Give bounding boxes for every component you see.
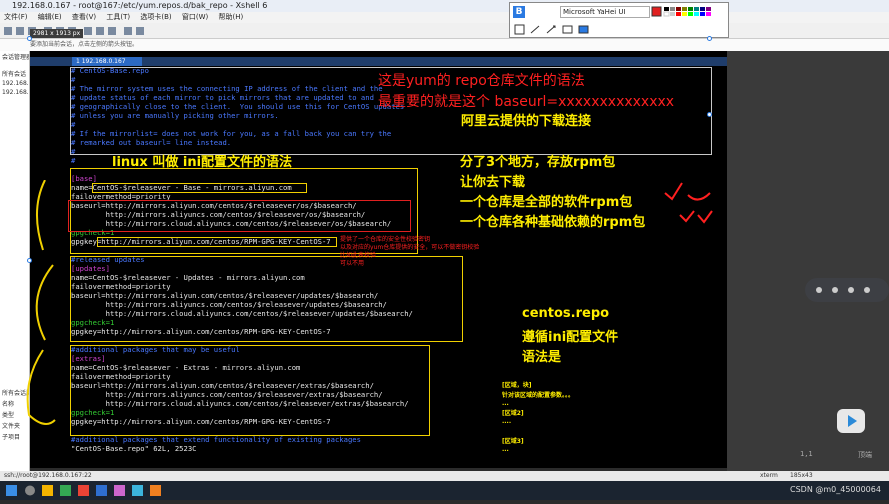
selection-handle-ml[interactable] (27, 258, 32, 263)
color-palette[interactable] (650, 6, 728, 18)
check-marks (664, 182, 713, 224)
font-select[interactable]: Microsoft YaHei UI (560, 6, 650, 18)
menu-tabs[interactable]: 选项卡(B) (140, 13, 171, 21)
menu-file[interactable]: 文件(F) (4, 13, 28, 21)
extras-section-box (70, 345, 430, 436)
note-follow-ini: 遵循ini配置文件 (522, 330, 619, 345)
note-gpg: 提供了一个仓库的安全性校验密钥 以及对应的yum仓库提供的安全，可以不做密钥校验… (340, 236, 480, 267)
menu-view[interactable]: 查看(V) (72, 13, 96, 21)
selection-handle-tl[interactable] (27, 36, 32, 41)
size-tooltip: 2981 x 1913 px (30, 29, 84, 38)
menu-edit[interactable]: 编辑(E) (38, 13, 62, 21)
base-name-box (92, 183, 307, 193)
status-size: 185x43 (790, 472, 813, 479)
address-hint: 要添加当前会话，点击左侧的箭头按钮。 (0, 39, 889, 51)
note-syntax-is: 语法是 (522, 350, 562, 365)
taskbar: CSDN @m0_45000064 (0, 481, 889, 500)
note-repo-syntax: 这是yum的 repo仓库文件的语法 (378, 73, 585, 89)
note-dots-1: ... (502, 400, 509, 407)
annotation-toolbar: B Microsoft YaHei UI (509, 2, 729, 38)
note-aliyun: 阿里云提供的下载连接 (461, 114, 592, 129)
status-term: xterm (760, 472, 778, 479)
selection-handle-tr[interactable] (707, 36, 712, 41)
note-sec-block: [区域，块] (502, 382, 532, 389)
menu-help[interactable]: 帮助(H) (218, 13, 243, 21)
session-manager-title: 会话管理器 (2, 54, 29, 61)
note-sec3: [区域3] (502, 438, 524, 445)
annotation-tool-icons[interactable] (513, 23, 727, 37)
note-three-places: 分了3个地方，存放rpm包 (460, 155, 616, 170)
floating-widget[interactable] (805, 278, 889, 302)
status-connection: ssh://root@192.168.0.167:22 (4, 472, 92, 479)
note-baseurl: 最重要的就是这个 baseurl=xxxxxxxxxxxxxx (378, 94, 675, 110)
gpgkey-box (97, 237, 337, 247)
session-all[interactable]: 所有会话 (0, 68, 29, 79)
window-title: 192.168.0.167 - root@167:/etc/yum.repos.… (0, 0, 889, 12)
scroll-top-label: 顶端 (858, 451, 872, 459)
toolbar (0, 23, 889, 39)
bold-button[interactable]: B (513, 6, 525, 18)
note-centos-repo: centos.repo (522, 306, 610, 321)
terminal-line: "CentOS-Base.repo" 62L, 2523C (71, 444, 197, 453)
menu-tools[interactable]: 工具(T) (106, 13, 130, 21)
note-sec-desc: 针对该区域的配置参数。。。 (502, 392, 575, 399)
session-167[interactable]: 192.168.0.167 (0, 79, 29, 88)
note-ini: linux 叫做 ini配置文件的语法 (112, 155, 293, 170)
tab-session[interactable]: 1 192.168.0.167 (72, 57, 142, 66)
note-dots-2: .... (502, 418, 512, 425)
cursor-position: 1,1 (800, 450, 813, 458)
watermark: CSDN @m0_45000064 (790, 485, 881, 494)
note-all-soft: 一个仓库是全部的软件rpm包 (460, 195, 633, 210)
note-sec2: [区域2] (502, 410, 524, 417)
terminal-line: #additional packages that extend functio… (71, 435, 361, 444)
selection-handle-r[interactable] (707, 112, 712, 117)
status-bar: ssh://root@192.168.0.167:22 xterm 185x43 (0, 471, 889, 481)
bracket-strokes (26, 180, 56, 425)
baseurl-box (68, 200, 411, 232)
note-base-dep: 一个仓库各种基础依赖的rpm包 (460, 215, 646, 230)
note-let-download: 让你去下载 (460, 175, 526, 190)
session-240[interactable]: 192.168.0.240 (0, 88, 29, 97)
note-dots-3: ... (502, 446, 509, 453)
menu-bar: 文件(F) 编辑(E) 查看(V) 工具(T) 选项卡(B) 窗口(W) 帮助(… (0, 12, 889, 23)
video-play-icon[interactable] (835, 405, 867, 437)
taskbar-icons[interactable] (0, 481, 560, 500)
menu-window[interactable]: 窗口(W) (182, 13, 208, 21)
updates-section-box (70, 256, 463, 342)
terminal-line: # (71, 156, 76, 165)
